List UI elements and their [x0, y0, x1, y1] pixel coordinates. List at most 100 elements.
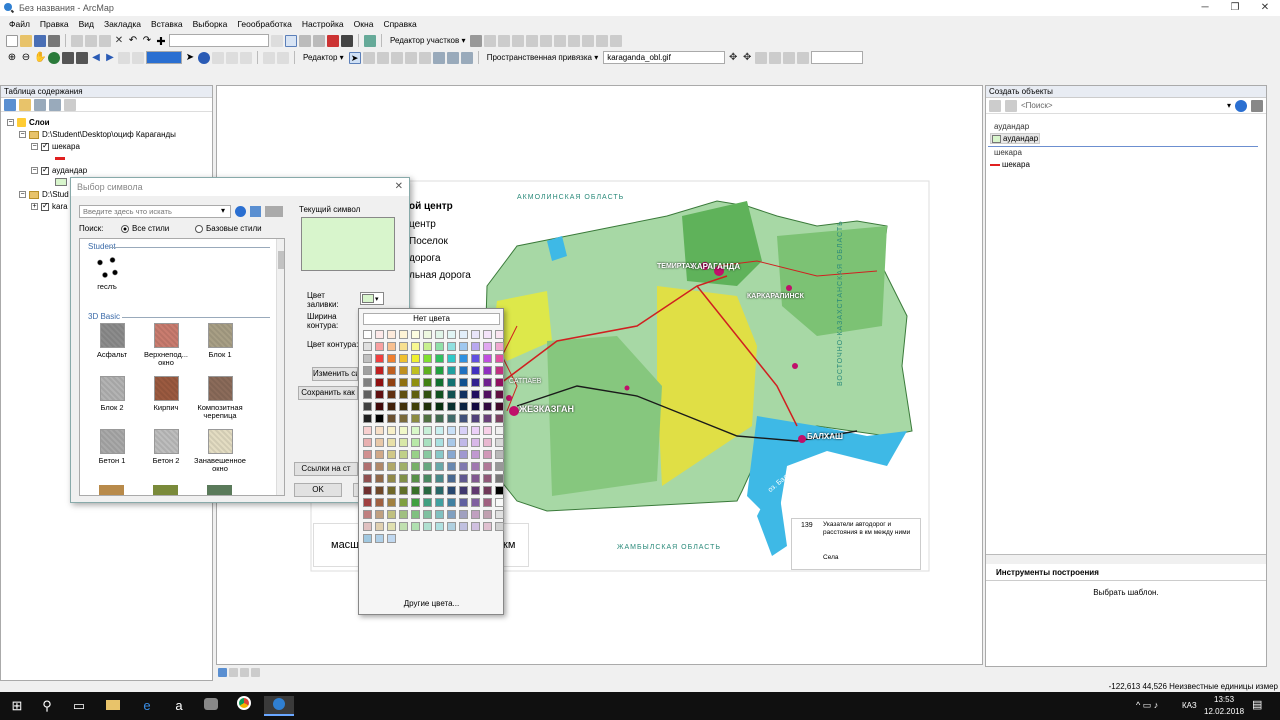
shift-icon[interactable]: ✥	[741, 52, 753, 64]
parcel-tool-5-icon[interactable]	[526, 34, 539, 47]
color-swatch[interactable]	[447, 354, 456, 363]
color-swatch[interactable]	[399, 522, 408, 531]
color-swatch[interactable]	[399, 426, 408, 435]
list-by-drawing-order-icon[interactable]	[4, 99, 16, 111]
layers-label[interactable]: Слои	[29, 118, 50, 127]
color-swatch[interactable]	[423, 426, 432, 435]
color-swatch[interactable]	[483, 522, 492, 531]
zoom-out-icon[interactable]: ⊖	[20, 52, 32, 64]
symbol-item[interactable]: геслъ	[81, 255, 133, 291]
color-swatch[interactable]	[471, 486, 480, 495]
color-swatch[interactable]	[495, 390, 504, 399]
color-swatch[interactable]	[435, 414, 444, 423]
color-swatch[interactable]	[423, 438, 432, 447]
app-icon[interactable]	[200, 696, 222, 716]
color-swatch[interactable]	[483, 414, 492, 423]
color-swatch[interactable]	[387, 522, 396, 531]
georeferencing-menu[interactable]: Пространственная привязка ▾	[484, 53, 602, 62]
color-swatch[interactable]	[423, 330, 432, 339]
color-swatch[interactable]	[459, 510, 468, 519]
chrome-icon[interactable]	[233, 696, 255, 716]
color-swatch[interactable]	[411, 474, 420, 483]
layer1-line-symbol[interactable]	[55, 157, 65, 160]
clock-time[interactable]: 13:53	[1214, 695, 1234, 704]
template-options-icon[interactable]	[1251, 99, 1263, 112]
color-swatch[interactable]	[495, 414, 504, 423]
file-explorer-icon[interactable]	[102, 696, 124, 716]
parcel-tool-10-icon[interactable]	[596, 34, 609, 47]
color-swatch[interactable]	[363, 474, 372, 483]
menu-item[interactable]: Вид	[74, 19, 99, 29]
color-swatch[interactable]	[435, 366, 444, 375]
color-swatch[interactable]	[387, 414, 396, 423]
color-swatch[interactable]	[447, 522, 456, 531]
color-swatch[interactable]	[483, 342, 492, 351]
color-swatch[interactable]	[471, 498, 480, 507]
symbol-swatch-partial[interactable]	[153, 485, 178, 495]
color-swatch[interactable]	[387, 426, 396, 435]
color-swatch[interactable]	[435, 330, 444, 339]
color-swatch[interactable]	[495, 522, 504, 531]
modelbuilder-icon[interactable]	[364, 34, 376, 47]
reshape-icon[interactable]	[376, 51, 389, 64]
editor-toolbar-icon[interactable]	[285, 34, 297, 47]
tray-icons[interactable]: ^ ▭ ♪	[1136, 700, 1158, 711]
collapse-layers-icon[interactable]: −	[7, 119, 14, 126]
no-color-button[interactable]: Нет цвета	[363, 313, 500, 325]
color-swatch[interactable]	[423, 342, 432, 351]
color-swatch[interactable]	[387, 474, 396, 483]
fixed-zoom-in-icon[interactable]	[62, 51, 74, 64]
pan-icon[interactable]: ✋	[34, 52, 46, 64]
style-references-button[interactable]: Ссылки на ст	[294, 462, 358, 476]
color-swatch[interactable]	[435, 378, 444, 387]
color-swatch[interactable]	[435, 510, 444, 519]
color-swatch[interactable]	[495, 462, 504, 471]
search-window-icon[interactable]	[313, 34, 325, 47]
color-swatch[interactable]	[387, 354, 396, 363]
color-swatch[interactable]	[399, 486, 408, 495]
color-swatch[interactable]	[363, 510, 372, 519]
color-swatch[interactable]	[375, 438, 384, 447]
georef-layer-combo[interactable]: karaganda_obl.gif	[603, 51, 726, 64]
open-icon[interactable]	[20, 34, 32, 47]
right-scrollbar[interactable]	[1268, 85, 1280, 667]
color-swatch[interactable]	[423, 510, 432, 519]
dialog-close-icon[interactable]: ✕	[395, 181, 403, 192]
find-icon[interactable]	[212, 51, 224, 64]
color-swatch[interactable]	[483, 402, 492, 411]
tool-a-icon[interactable]	[271, 34, 283, 47]
zoom-combo[interactable]	[146, 51, 182, 64]
color-swatch[interactable]	[495, 474, 504, 483]
color-swatch[interactable]	[459, 450, 468, 459]
new-icon[interactable]	[6, 34, 18, 47]
symbol-search-input[interactable]: Введите здесь что искать	[79, 205, 231, 218]
arcmap-taskbar-icon[interactable]	[264, 696, 294, 716]
view-link-table-icon[interactable]	[783, 51, 796, 64]
symbol-item[interactable]: Верхнепод... окно	[140, 323, 192, 367]
color-swatch[interactable]	[399, 510, 408, 519]
color-swatch[interactable]	[495, 510, 504, 519]
maximize-button[interactable]: ❐	[1220, 0, 1250, 16]
color-swatch[interactable]	[459, 486, 468, 495]
layout-view-icon[interactable]	[229, 667, 238, 677]
gallery-scrollbar[interactable]	[276, 239, 284, 495]
color-swatch[interactable]	[471, 438, 480, 447]
color-swatch[interactable]	[375, 402, 384, 411]
select-elements-icon[interactable]: ➤	[184, 52, 196, 64]
color-swatch[interactable]	[399, 354, 408, 363]
folder2-path[interactable]: D:\Stud	[42, 190, 69, 199]
symbol-item[interactable]: Блок 1	[194, 323, 246, 359]
color-swatch[interactable]	[387, 498, 396, 507]
color-swatch[interactable]	[387, 366, 396, 375]
layer3-name[interactable]: karа	[52, 202, 68, 211]
color-swatch[interactable]	[387, 330, 396, 339]
clock-date[interactable]: 12.02.2018	[1204, 707, 1244, 716]
color-swatch[interactable]	[411, 378, 420, 387]
html-popup-icon[interactable]	[263, 51, 275, 64]
color-swatch[interactable]	[375, 342, 384, 351]
color-swatch[interactable]	[411, 498, 420, 507]
forward-icon[interactable]: ▶	[104, 52, 116, 64]
color-swatch[interactable]	[411, 354, 420, 363]
undo-icon[interactable]: ↶	[127, 35, 139, 47]
color-swatch[interactable]	[495, 450, 504, 459]
